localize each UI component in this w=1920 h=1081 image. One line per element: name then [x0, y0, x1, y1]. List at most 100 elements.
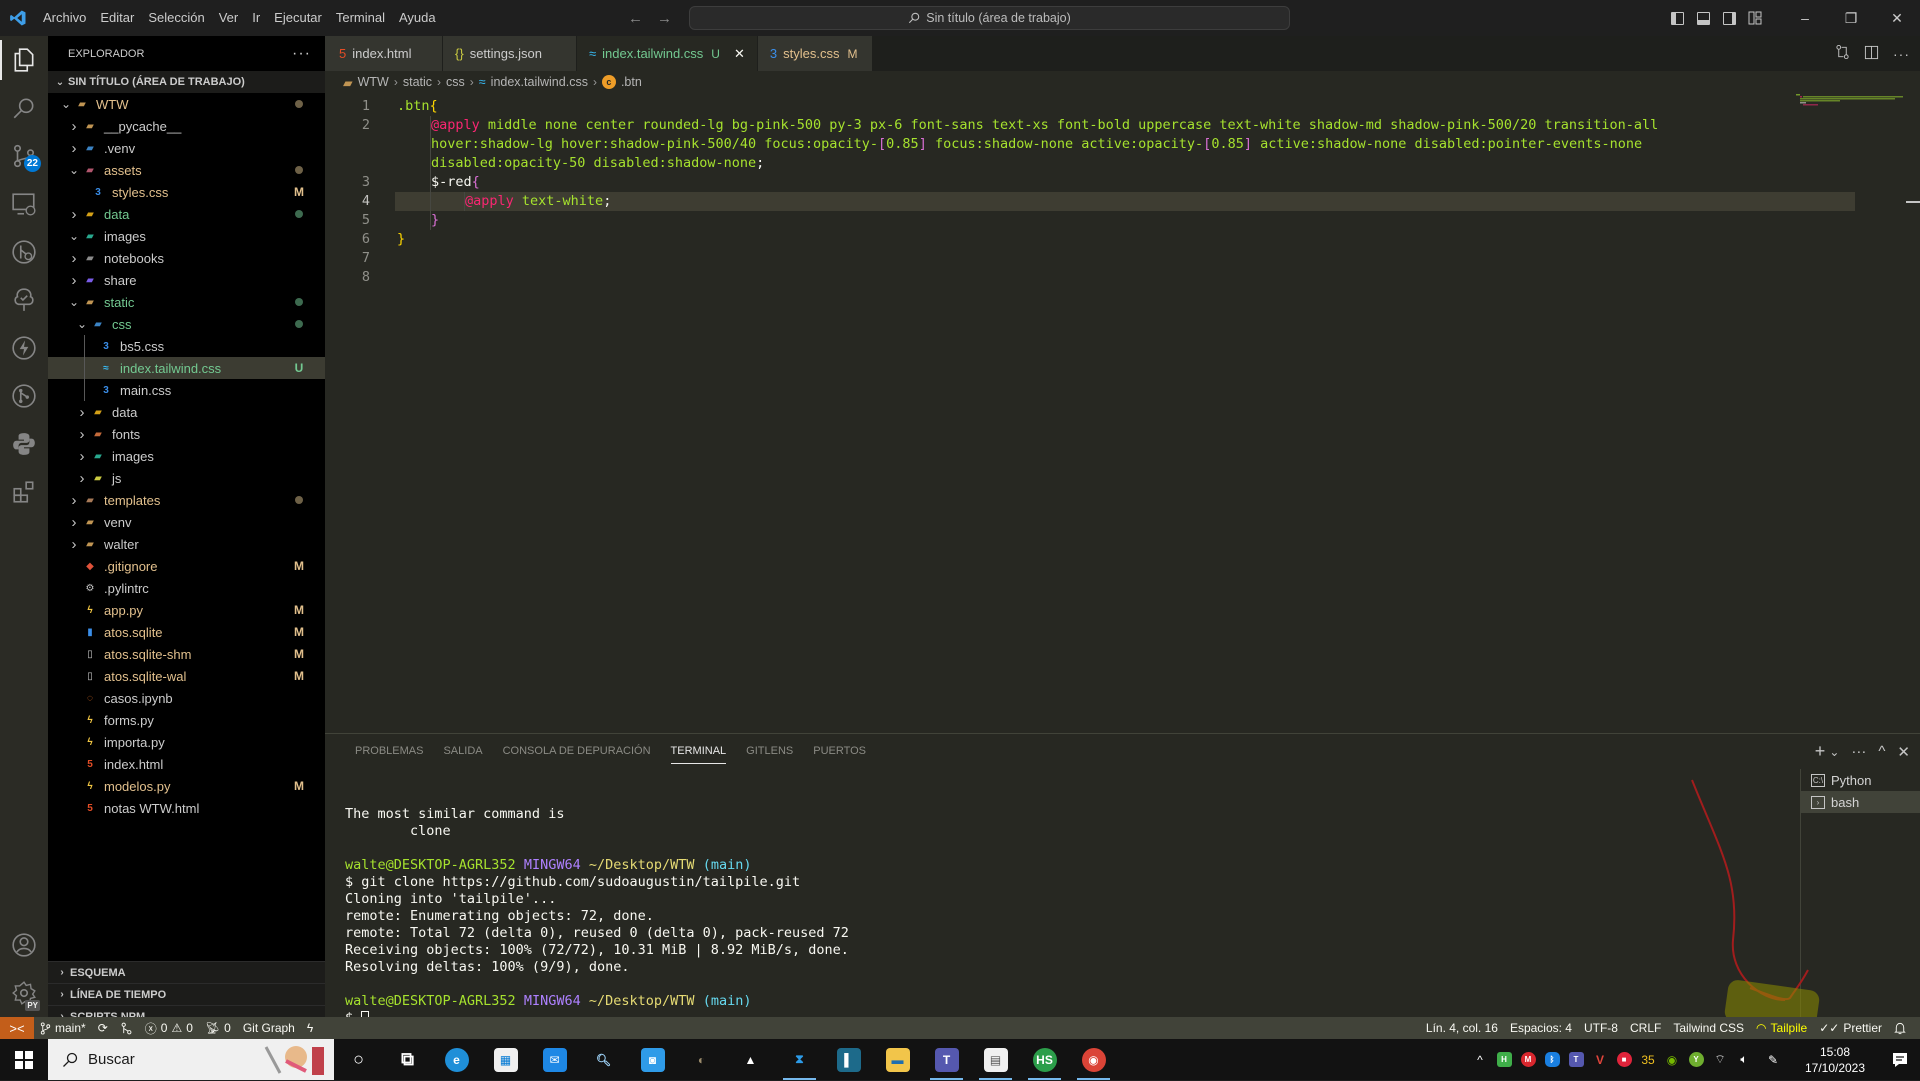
- taskbar-app-bookstack[interactable]: ▌: [824, 1039, 873, 1080]
- problems-status[interactable]: ⓧ 0 ⚠ 0: [139, 1017, 199, 1039]
- tree-folder[interactable]: ⌄ ▰ images: [48, 225, 325, 247]
- activity-git-graph[interactable]: [0, 372, 48, 420]
- git-graph-button[interactable]: Git Graph: [237, 1017, 301, 1039]
- close-tab-icon[interactable]: ✕: [734, 46, 745, 62]
- menu-ver[interactable]: Ver: [212, 0, 246, 36]
- menu-ayuda[interactable]: Ayuda: [392, 0, 443, 36]
- sidebar-section[interactable]: › LÍNEA DE TIEMPO: [48, 983, 325, 1005]
- taskbar-app-gimp[interactable]: ◐: [677, 1039, 726, 1080]
- tree-file[interactable]: 3 styles.css M: [48, 181, 325, 203]
- tree-folder[interactable]: › ▰ .venv: [48, 137, 325, 159]
- taskbar-search[interactable]: Buscar: [48, 1039, 334, 1080]
- taskbar-app-teams[interactable]: T: [922, 1039, 971, 1080]
- tree-file[interactable]: ≈ index.tailwind.css U: [48, 357, 325, 379]
- taskbar-app-task-view[interactable]: ⧉: [383, 1039, 432, 1080]
- command-center-search[interactable]: Sin título (área de trabajo): [689, 6, 1290, 30]
- tray-app-red[interactable]: ■: [1612, 1039, 1636, 1080]
- sidebar-section[interactable]: › ESQUEMA: [48, 961, 325, 983]
- minimize-button[interactable]: –: [1782, 0, 1828, 36]
- workspace-header[interactable]: ⌄ SIN TÍTULO (ÁREA DE TRABAJO): [48, 71, 325, 93]
- editor-tab[interactable]: {} settings.json: [443, 36, 577, 71]
- restore-button[interactable]: ❐: [1828, 0, 1874, 36]
- terminal-output[interactable]: The most similar command is clone walte@D…: [345, 789, 849, 1027]
- tree-folder[interactable]: ⌄ ▰ assets: [48, 159, 325, 181]
- editor-tab[interactable]: 5 index.html: [325, 36, 443, 71]
- back-arrow-icon[interactable]: ←: [628, 10, 643, 27]
- panel-tab-puertos[interactable]: PUERTOS: [803, 734, 876, 769]
- taskbar-app-search-app[interactable]: 🔍︎: [579, 1039, 628, 1080]
- thunder-status[interactable]: ϟ: [301, 1017, 319, 1039]
- terminal-profile-dropdown[interactable]: ⌄: [1829, 745, 1839, 759]
- taskbar-app-chrome[interactable]: ◉: [1069, 1039, 1118, 1080]
- explorer-more-actions-button[interactable]: ···: [292, 45, 311, 63]
- tree-folder[interactable]: › ▰ data: [48, 203, 325, 225]
- tree-folder[interactable]: › ▰ js: [48, 467, 325, 489]
- breadcrumb-item[interactable]: css: [446, 75, 465, 89]
- toggle-primary-sidebar-button[interactable]: [1664, 0, 1690, 36]
- menu-ejecutar[interactable]: Ejecutar: [267, 0, 329, 36]
- tree-folder[interactable]: › ▰ __pycache__: [48, 115, 325, 137]
- activity-testing[interactable]: [0, 276, 48, 324]
- notification-center-button[interactable]: [1880, 1039, 1920, 1080]
- start-button[interactable]: [0, 1039, 48, 1080]
- tree-file[interactable]: ϟ app.py M: [48, 599, 325, 621]
- panel-tab-problemas[interactable]: PROBLEMAS: [345, 734, 433, 769]
- language-mode[interactable]: Tailwind CSS: [1667, 1017, 1750, 1039]
- tree-folder[interactable]: ⌄ ▰ static: [48, 291, 325, 313]
- tree-file[interactable]: 3 main.css: [48, 379, 325, 401]
- taskbar-app-store[interactable]: ▦: [481, 1039, 530, 1080]
- menu-seleccion[interactable]: Selección: [141, 0, 211, 36]
- tray-app-v[interactable]: V: [1588, 1039, 1612, 1080]
- tree-file[interactable]: ▯ atos.sqlite-shm M: [48, 643, 325, 665]
- activity-thunder-client[interactable]: [0, 324, 48, 372]
- tree-folder[interactable]: › ▰ data: [48, 401, 325, 423]
- activity-search[interactable]: [0, 84, 48, 132]
- minimap[interactable]: [1796, 94, 1906, 108]
- menu-archivo[interactable]: Archivo: [36, 0, 93, 36]
- remote-indicator-button[interactable]: ><: [0, 1017, 34, 1039]
- taskbar-app-mail[interactable]: ✉: [530, 1039, 579, 1080]
- taskbar-app-people[interactable]: ◙: [628, 1039, 677, 1080]
- taskbar-app-file-explorer[interactable]: ▬: [873, 1039, 922, 1080]
- close-panel-button[interactable]: ✕: [1897, 743, 1910, 761]
- branch-status[interactable]: main*: [34, 1017, 92, 1039]
- taskbar-app-edge[interactable]: e: [432, 1039, 481, 1080]
- toggle-secondary-sidebar-button[interactable]: [1716, 0, 1742, 36]
- tray-app-h[interactable]: H: [1492, 1039, 1516, 1080]
- customize-layout-button[interactable]: [1742, 0, 1768, 36]
- menu-ir[interactable]: Ir: [245, 0, 267, 36]
- tree-file[interactable]: 5 notas WTW.html: [48, 797, 325, 819]
- show-hidden-icons-button[interactable]: ^: [1468, 1039, 1492, 1080]
- terminal-instance[interactable]: C:\ Python: [1801, 769, 1920, 791]
- tree-file[interactable]: 5 index.html: [48, 753, 325, 775]
- indentation[interactable]: Espacios: 4: [1504, 1017, 1578, 1039]
- tree-folder[interactable]: › ▰ templates: [48, 489, 325, 511]
- activity-explorer[interactable]: [0, 36, 48, 84]
- close-button[interactable]: ✕: [1874, 0, 1920, 36]
- activity-manage[interactable]: PY: [0, 969, 48, 1017]
- line-ending[interactable]: CRLF: [1624, 1017, 1667, 1039]
- tray-teams-icon[interactable]: T: [1564, 1039, 1588, 1080]
- breadcrumb-item[interactable]: .btn: [621, 75, 642, 89]
- activity-extensions[interactable]: [0, 468, 48, 516]
- tree-file[interactable]: ϟ importa.py: [48, 731, 325, 753]
- tree-folder[interactable]: ⌄ ▰ WTW: [48, 93, 325, 115]
- encoding[interactable]: UTF-8: [1578, 1017, 1624, 1039]
- new-terminal-button[interactable]: +: [1815, 741, 1826, 762]
- activity-python[interactable]: [0, 420, 48, 468]
- tree-file[interactable]: ϟ forms.py: [48, 709, 325, 731]
- panel-tab-terminal[interactable]: TERMINAL: [661, 734, 737, 769]
- tree-file[interactable]: ▮ atos.sqlite M: [48, 621, 325, 643]
- breadcrumb-item[interactable]: static: [403, 75, 432, 89]
- breadcrumb-item[interactable]: index.tailwind.css: [491, 75, 588, 89]
- editor-tab[interactable]: ≈ index.tailwind.css U ✕: [577, 36, 758, 71]
- wifi-icon[interactable]: ⌔: [1708, 1039, 1732, 1080]
- activity-gitlens[interactable]: [0, 228, 48, 276]
- taskbar-app-cortana[interactable]: ○: [334, 1039, 383, 1080]
- cursor-position[interactable]: Lín. 4, col. 16: [1420, 1017, 1504, 1039]
- tree-file[interactable]: ◌ casos.ipynb: [48, 687, 325, 709]
- prettier-status[interactable]: ✓✓ Prettier: [1813, 1017, 1888, 1039]
- breadcrumb-item[interactable]: WTW: [358, 75, 389, 89]
- toggle-panel-button[interactable]: [1690, 0, 1716, 36]
- menu-editar[interactable]: Editar: [93, 0, 141, 36]
